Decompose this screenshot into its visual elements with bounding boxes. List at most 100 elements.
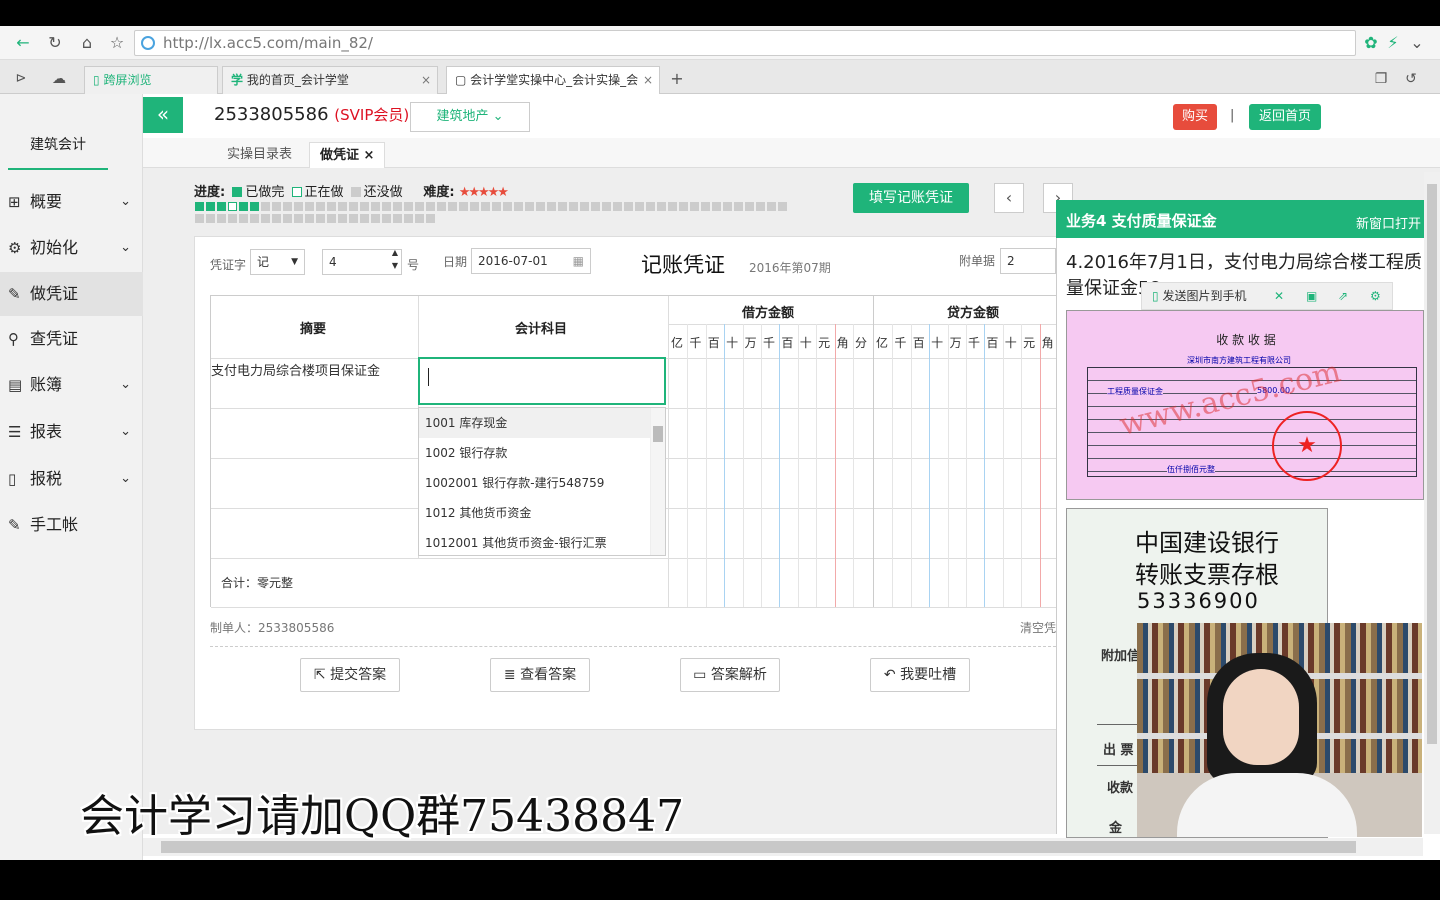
sidebar-item-reports[interactable]: ☰ 报表 ⌄ bbox=[0, 410, 143, 454]
progress-cell[interactable] bbox=[228, 214, 237, 223]
progress-cell[interactable] bbox=[371, 214, 380, 223]
dropdown-option[interactable]: 1002001 银行存款-建行548759 bbox=[419, 468, 651, 498]
cloud-icon[interactable]: ☁ bbox=[48, 68, 70, 90]
progress-cell[interactable] bbox=[536, 202, 545, 211]
dropdown-option[interactable]: 1012 其他货币资金 bbox=[419, 498, 651, 528]
progress-cell[interactable] bbox=[723, 202, 732, 211]
url-field[interactable]: http://lx.acc5.com/main_82/ bbox=[134, 30, 1356, 56]
progress-cell[interactable] bbox=[481, 202, 490, 211]
progress-cell[interactable] bbox=[404, 214, 413, 223]
progress-cell[interactable] bbox=[272, 202, 281, 211]
progress-cell[interactable] bbox=[767, 202, 776, 211]
progress-cell[interactable] bbox=[360, 214, 369, 223]
progress-cell[interactable] bbox=[558, 202, 567, 211]
progress-cell[interactable] bbox=[756, 202, 765, 211]
progress-cell[interactable] bbox=[360, 202, 369, 211]
sidebar-item-overview[interactable]: ⊞ 概要 ⌄ bbox=[0, 180, 143, 224]
progress-cell[interactable] bbox=[635, 202, 644, 211]
calendar-icon[interactable]: ▦ bbox=[573, 249, 584, 273]
progress-cell[interactable] bbox=[525, 202, 534, 211]
dropdown-option[interactable]: 1012001 其他货币资金-银行汇票 bbox=[419, 528, 651, 555]
close-icon[interactable]: × bbox=[421, 67, 431, 93]
progress-cell[interactable] bbox=[261, 202, 270, 211]
attachments-stepper[interactable]: 2 bbox=[1000, 248, 1056, 274]
progress-cell[interactable] bbox=[547, 202, 556, 211]
progress-cell[interactable] bbox=[338, 202, 347, 211]
clear-voucher-link[interactable]: 清空凭 bbox=[1020, 619, 1056, 636]
voucher-word-select[interactable]: 记 ▼ bbox=[250, 249, 305, 275]
progress-cell[interactable] bbox=[448, 202, 457, 211]
progress-cell[interactable] bbox=[206, 202, 215, 211]
row1-summary[interactable]: 支付电力局综合楼项目保证金 bbox=[211, 360, 380, 379]
progress-cell[interactable] bbox=[316, 214, 325, 223]
progress-cell[interactable] bbox=[305, 214, 314, 223]
progress-cell[interactable] bbox=[712, 202, 721, 211]
date-field[interactable]: 2016-07-01 ▦ bbox=[471, 248, 591, 274]
chevron-down-icon[interactable]: ⌄ bbox=[1406, 32, 1428, 54]
progress-cell[interactable] bbox=[591, 202, 600, 211]
progress-cell[interactable] bbox=[305, 202, 314, 211]
progress-cell[interactable] bbox=[668, 202, 677, 211]
window-icon[interactable]: ❐ bbox=[1370, 68, 1392, 90]
progress-cell[interactable] bbox=[250, 214, 259, 223]
buy-button[interactable]: 购买 bbox=[1173, 104, 1217, 130]
vertical-scrollbar[interactable] bbox=[1424, 172, 1440, 834]
progress-cell[interactable] bbox=[316, 202, 325, 211]
sidebar-item-init[interactable]: ⚙ 初始化 ⌄ bbox=[0, 226, 143, 270]
progress-cell[interactable] bbox=[657, 202, 666, 211]
progress-cell[interactable] bbox=[624, 202, 633, 211]
progress-cell[interactable] bbox=[250, 202, 259, 211]
progress-cell[interactable] bbox=[283, 214, 292, 223]
scroll-thumb[interactable] bbox=[653, 426, 663, 442]
prev-button[interactable]: ‹ bbox=[994, 183, 1024, 213]
progress-cell[interactable] bbox=[415, 202, 424, 211]
stepper-arrows-icon[interactable]: ▲ ▼ bbox=[392, 246, 398, 272]
gear-icon[interactable]: ⚙ bbox=[1370, 283, 1381, 309]
progress-cell[interactable] bbox=[690, 202, 699, 211]
new-tab-icon[interactable]: + bbox=[666, 68, 688, 90]
tab-make-voucher[interactable]: 做凭证 × bbox=[309, 142, 386, 168]
sidebar-item-make-voucher[interactable]: ✎ 做凭证 bbox=[0, 272, 143, 316]
progress-cell[interactable] bbox=[745, 202, 754, 211]
voucher-number-stepper[interactable]: 4 ▲ ▼ bbox=[322, 246, 402, 275]
progress-cell[interactable] bbox=[217, 202, 226, 211]
scroll-thumb[interactable] bbox=[1427, 184, 1437, 744]
sidebar-item-query-voucher[interactable]: ⚲ 查凭证 bbox=[0, 317, 143, 361]
tab-catalog[interactable]: 实操目录表 bbox=[217, 142, 302, 168]
progress-cell[interactable] bbox=[437, 202, 446, 211]
progress-cell[interactable] bbox=[426, 202, 435, 211]
progress-cell[interactable] bbox=[239, 202, 248, 211]
progress-cell[interactable] bbox=[228, 202, 237, 211]
progress-cell[interactable] bbox=[195, 202, 204, 211]
refresh-icon[interactable]: ↻ bbox=[44, 32, 66, 54]
progress-cell[interactable] bbox=[613, 202, 622, 211]
progress-cell[interactable] bbox=[415, 214, 424, 223]
progress-cell[interactable] bbox=[503, 202, 512, 211]
progress-cell[interactable] bbox=[294, 214, 303, 223]
sync-icon[interactable]: ✿ bbox=[1360, 32, 1382, 54]
progress-cell[interactable] bbox=[393, 202, 402, 211]
close-icon[interactable]: × bbox=[364, 148, 375, 163]
progress-cell[interactable] bbox=[272, 214, 281, 223]
progress-cell[interactable] bbox=[195, 214, 204, 223]
progress-cell[interactable] bbox=[459, 202, 468, 211]
progress-cell[interactable] bbox=[404, 202, 413, 211]
progress-cell[interactable] bbox=[734, 202, 743, 211]
dropdown-scrollbar[interactable] bbox=[650, 408, 665, 555]
progress-cell[interactable] bbox=[778, 202, 787, 211]
return-home-button[interactable]: 返回首页 bbox=[1249, 104, 1321, 130]
progress-cell[interactable] bbox=[580, 202, 589, 211]
progress-cell[interactable] bbox=[646, 202, 655, 211]
progress-cell[interactable] bbox=[514, 202, 523, 211]
progress-cell[interactable] bbox=[327, 214, 336, 223]
collapse-sidebar-button[interactable]: « bbox=[143, 97, 183, 133]
sidebar-item-ledger[interactable]: ▤ 账簿 ⌄ bbox=[0, 363, 143, 407]
progress-cell[interactable] bbox=[382, 214, 391, 223]
save-icon[interactable]: ▣ bbox=[1306, 283, 1317, 309]
dropdown-option[interactable]: 1002 银行存款 bbox=[419, 438, 651, 468]
share-icon[interactable]: ⇗ bbox=[1338, 283, 1348, 309]
sidebar-item-tax[interactable]: ▯ 报税 ⌄ bbox=[0, 457, 143, 501]
progress-cell[interactable] bbox=[426, 214, 435, 223]
send-to-phone-link[interactable]: 发送图片到手机 bbox=[1162, 289, 1246, 303]
progress-cell[interactable] bbox=[239, 214, 248, 223]
